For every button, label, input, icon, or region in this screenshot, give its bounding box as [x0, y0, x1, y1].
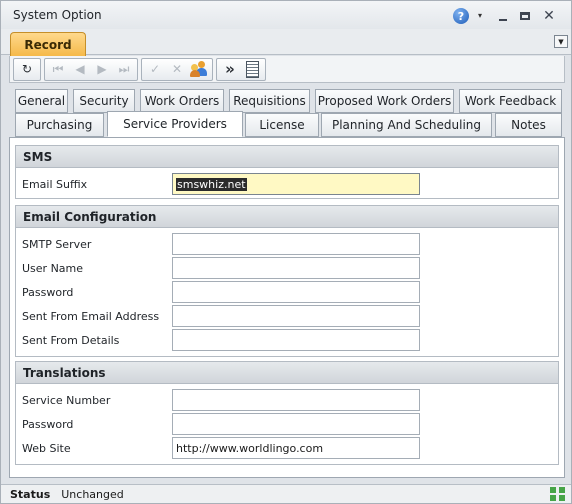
sms-section: SMS Email Suffix smswhiz.net: [15, 145, 559, 199]
web-site-input[interactable]: http://www.worldlingo.com: [172, 437, 420, 459]
sent-from-details-label: Sent From Details: [22, 333, 120, 347]
user-name-input[interactable]: [172, 257, 420, 279]
tab-work-feedback[interactable]: Work Feedback: [459, 89, 562, 113]
toolbar-container: ↻ ⏮ ◀ ▶ ⏭ ✓ ✕ »: [9, 56, 565, 83]
smtp-row: SMTP Server: [22, 233, 172, 255]
help-dropdown-icon[interactable]: ▾: [475, 8, 485, 23]
translations-heading: Translations: [16, 362, 558, 384]
email-configuration-section: Email Configuration SMTP Server User Nam…: [15, 205, 559, 357]
last-record-icon[interactable]: ⏭: [113, 59, 135, 79]
email-suffix-label: Email Suffix: [22, 177, 88, 191]
email-password-input[interactable]: [172, 281, 420, 303]
tab-work-orders[interactable]: Work Orders: [140, 89, 224, 113]
website-row: Web Site: [22, 437, 172, 459]
toolbar: ↻ ⏮ ◀ ▶ ⏭ ✓ ✕ »: [13, 57, 269, 81]
sent-from-details-input[interactable]: [172, 329, 420, 351]
tab-notes[interactable]: Notes: [495, 113, 562, 137]
email-configuration-heading: Email Configuration: [16, 206, 558, 228]
tab-purchasing[interactable]: Purchasing: [15, 113, 104, 137]
record-tab[interactable]: Record: [10, 32, 86, 56]
email-suffix-row: Email Suffix: [22, 173, 172, 195]
translation-password-label: Password: [22, 417, 74, 431]
translation-password-row: Password: [22, 413, 172, 435]
record-tab-strip: Record ▼: [1, 29, 571, 56]
toolbar-group-more: »: [216, 57, 266, 81]
email-password-label: Password: [22, 285, 74, 299]
tab-service-providers[interactable]: Service Providers: [107, 111, 243, 137]
translation-password-input[interactable]: [172, 413, 420, 435]
minimize-icon[interactable]: [497, 8, 509, 23]
more-actions-icon[interactable]: »: [219, 59, 241, 79]
resize-grip-icon[interactable]: [550, 487, 566, 502]
close-icon[interactable]: ✕: [542, 8, 556, 24]
users-icon[interactable]: [188, 59, 210, 79]
tab-general[interactable]: General: [15, 89, 68, 113]
tab-license[interactable]: License: [245, 113, 319, 137]
status-value: Unchanged: [61, 487, 124, 501]
toolbar-group-edit: ✓ ✕: [141, 57, 213, 81]
web-site-value: http://www.worldlingo.com: [176, 441, 324, 455]
window-title: System Option: [13, 8, 102, 22]
restore-icon[interactable]: [518, 8, 532, 23]
service-number-label: Service Number: [22, 393, 111, 407]
first-record-icon[interactable]: ⏮: [47, 59, 69, 79]
email-suffix-value: smswhiz.net: [176, 177, 247, 191]
smtp-server-label: SMTP Server: [22, 237, 92, 251]
sent-from-address-input[interactable]: [172, 305, 420, 327]
report-icon[interactable]: [241, 59, 263, 79]
tab-proposed-work-orders[interactable]: Proposed Work Orders: [315, 89, 454, 113]
tab-security[interactable]: Security: [73, 89, 135, 113]
email-password-row: Password: [22, 281, 172, 303]
smtp-server-input[interactable]: [172, 233, 420, 255]
sent-from-address-label: Sent From Email Address: [22, 309, 160, 323]
strip-menu-icon[interactable]: ▼: [554, 35, 568, 48]
web-site-label: Web Site: [22, 441, 71, 455]
previous-record-icon[interactable]: ◀: [69, 59, 91, 79]
toolbar-group-refresh: ↻: [13, 57, 41, 81]
save-check-icon[interactable]: ✓: [144, 59, 166, 79]
service-number-input[interactable]: [172, 389, 420, 411]
sent-from-address-row: Sent From Email Address: [22, 305, 172, 327]
translations-section: Translations Service Number Password Web…: [15, 361, 559, 465]
email-suffix-field[interactable]: smswhiz.net: [172, 173, 420, 195]
title-bar: System Option ? ▾ ✕: [1, 1, 571, 29]
next-record-icon[interactable]: ▶: [91, 59, 113, 79]
status-bar: Status Unchanged: [1, 484, 571, 503]
username-row: User Name: [22, 257, 172, 279]
system-option-window: System Option ? ▾ ✕ Record ▼ ↻ ⏮ ◀ ▶ ⏭ ✓…: [0, 0, 572, 504]
refresh-icon[interactable]: ↻: [16, 59, 38, 79]
cancel-x-icon[interactable]: ✕: [166, 59, 188, 79]
sent-from-details-row: Sent From Details: [22, 329, 172, 351]
toolbar-group-navigation: ⏮ ◀ ▶ ⏭: [44, 57, 138, 81]
sms-heading: SMS: [16, 146, 558, 168]
service-number-row: Service Number: [22, 389, 172, 411]
tab-planning-and-scheduling[interactable]: Planning And Scheduling: [321, 113, 492, 137]
help-icon[interactable]: ?: [453, 8, 469, 24]
user-name-label: User Name: [22, 261, 84, 275]
status-label: Status: [10, 487, 51, 501]
tab-requisitions[interactable]: Requisitions: [229, 89, 310, 113]
